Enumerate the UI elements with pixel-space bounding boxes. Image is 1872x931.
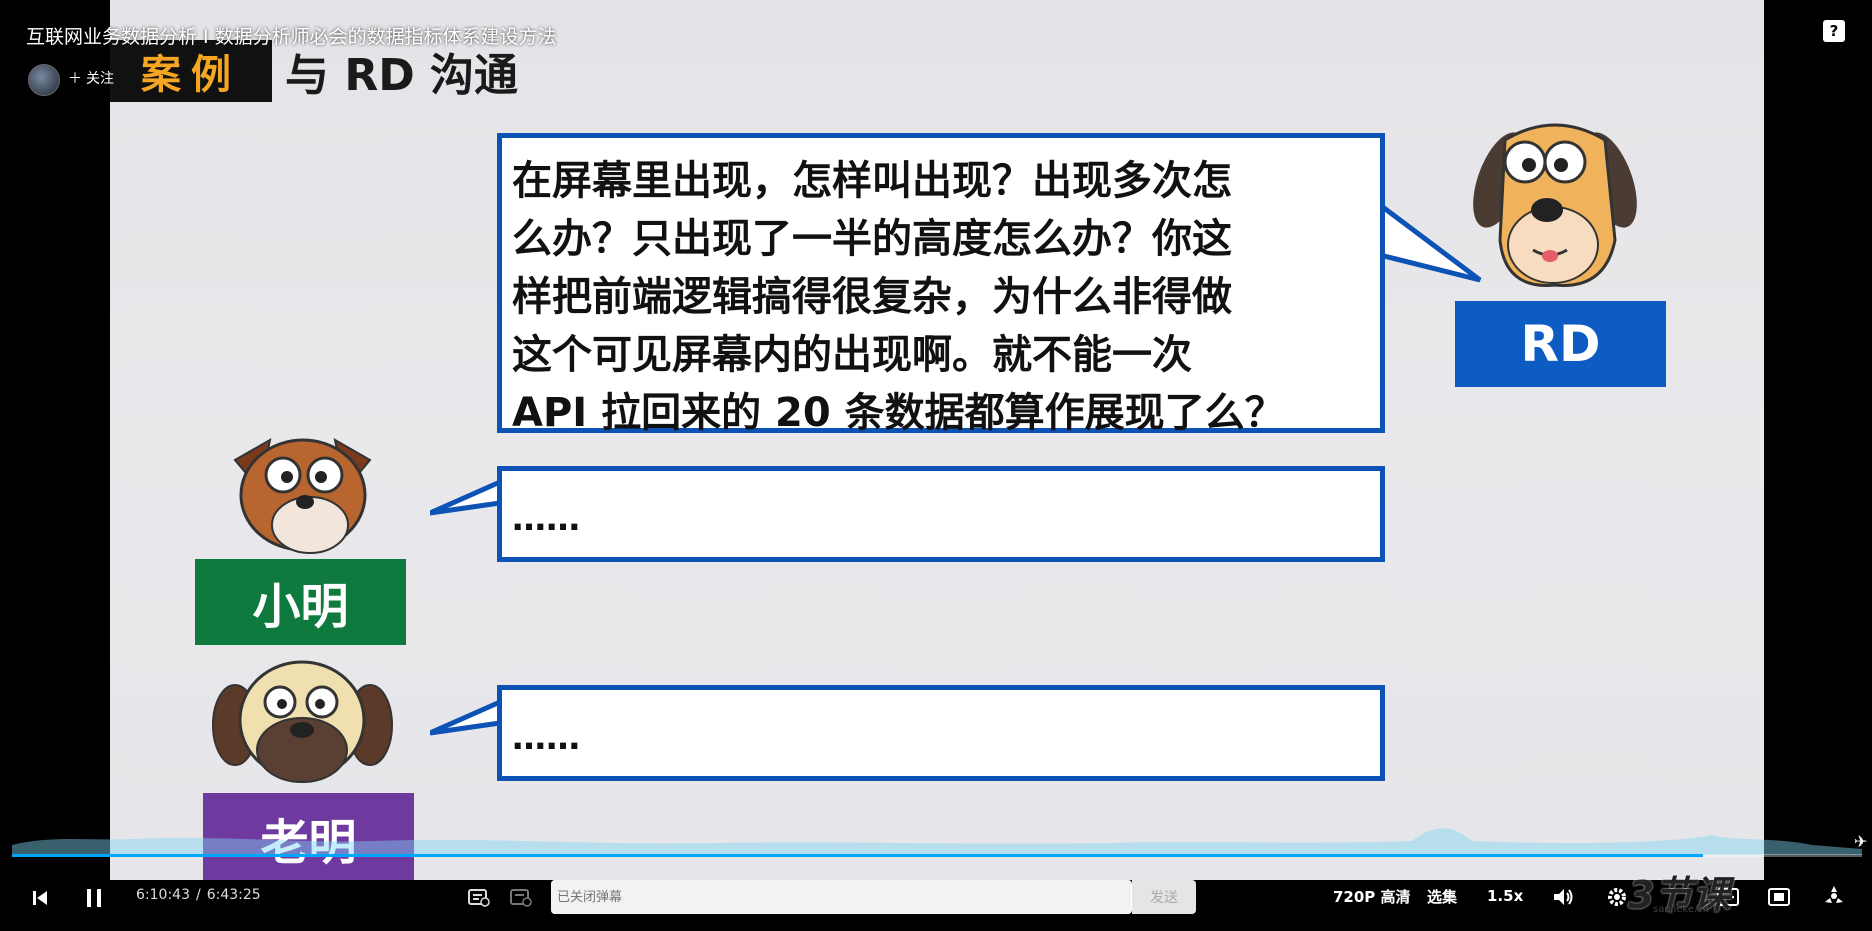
rd-speech-line: 这个可见屏幕内的出现啊。就不能一次	[512, 332, 1192, 378]
case-title: 与 RD 沟通	[285, 50, 519, 101]
danmaku-toggle-icon[interactable]	[466, 884, 492, 910]
settings-gear-icon[interactable]	[1604, 884, 1630, 910]
progress-heatmap	[12, 828, 1862, 855]
laoming-speech-text: ……	[512, 718, 580, 758]
fullscreen-icon[interactable]	[1820, 882, 1848, 910]
plus-icon: ＋	[68, 71, 82, 87]
rd-speech-line: 在屏幕里出现，怎样叫出现？出现多次怎	[512, 158, 1232, 204]
xiaoming-dog-illustration	[233, 438, 372, 554]
rd-dog-illustration	[1473, 123, 1637, 287]
watermark-url: sanjieke.cn	[1653, 904, 1709, 915]
send-button[interactable]: 发送	[1132, 880, 1196, 914]
xiaoming-speech-bubble: ……	[497, 466, 1385, 562]
xiaoming-bubble-tail	[430, 478, 502, 516]
pin-icon[interactable]: ✈	[1854, 832, 1867, 851]
laoming-dog-illustration	[212, 660, 393, 783]
follow-label: 关注	[86, 71, 114, 87]
xiaoming-speech-text: ……	[512, 499, 580, 539]
video-title: 互联网业务数据分析 I 数据分析师必会的数据指标体系建设方法	[26, 26, 557, 48]
follow-button[interactable]: ＋ 关注	[68, 68, 114, 88]
rd-speech-line: API 拉回来的 20 条数据都算作展现了么？	[512, 390, 1285, 436]
time-separator: /	[195, 887, 201, 903]
quality-selector[interactable]: 720P 高清	[1333, 884, 1411, 908]
watermark-logo: 3节课 sanjieke.cn	[1628, 864, 1730, 919]
duration: 6:43:25	[206, 887, 261, 903]
pause-icon[interactable]	[80, 884, 108, 912]
progress-fill	[12, 854, 1703, 857]
help-icon[interactable]: ?	[1823, 20, 1845, 42]
danmaku-input[interactable]	[551, 880, 1131, 914]
author-avatar[interactable]	[28, 64, 60, 96]
episodes-button[interactable]: 选集	[1427, 884, 1457, 908]
current-time: 6:10:43	[136, 887, 190, 903]
rd-name-tag: RD	[1455, 301, 1666, 387]
time-display: 6:10:43 / 6:43:25	[136, 887, 261, 903]
xiaoming-name-tag: 小明	[195, 559, 406, 645]
widescreen-icon[interactable]	[1766, 884, 1792, 910]
volume-icon[interactable]	[1550, 884, 1576, 910]
previous-icon[interactable]	[28, 886, 52, 910]
rd-speech-line: 么办？只出现了一半的高度怎么办？你这	[512, 216, 1232, 262]
danmaku-input-wrap	[551, 880, 1132, 914]
control-bar: 6:10:43 / 6:43:25 发送 720P 高清 选集 1.5x	[0, 872, 1872, 931]
video-player[interactable]: 案例 与 RD 沟通 在屏幕里出现，怎样叫出现？出现多次怎 么办？只出现了一半的…	[0, 0, 1872, 931]
progress-bar[interactable]	[12, 854, 1862, 857]
rd-speech-bubble: 在屏幕里出现，怎样叫出现？出现多次怎 么办？只出现了一半的高度怎么办？你这 样把…	[497, 133, 1385, 436]
case-tag: 案例	[110, 40, 272, 102]
video-frame[interactable]: 案例 与 RD 沟通 在屏幕里出现，怎样叫出现？出现多次怎 么办？只出现了一半的…	[110, 0, 1764, 880]
rd-speech-line: 样把前端逻辑搞得很复杂，为什么非得做	[512, 274, 1232, 320]
speed-selector[interactable]: 1.5x	[1487, 884, 1523, 908]
laoming-bubble-tail	[430, 698, 502, 736]
laoming-speech-bubble: ……	[497, 685, 1385, 781]
danmaku-settings-icon[interactable]	[508, 884, 534, 910]
